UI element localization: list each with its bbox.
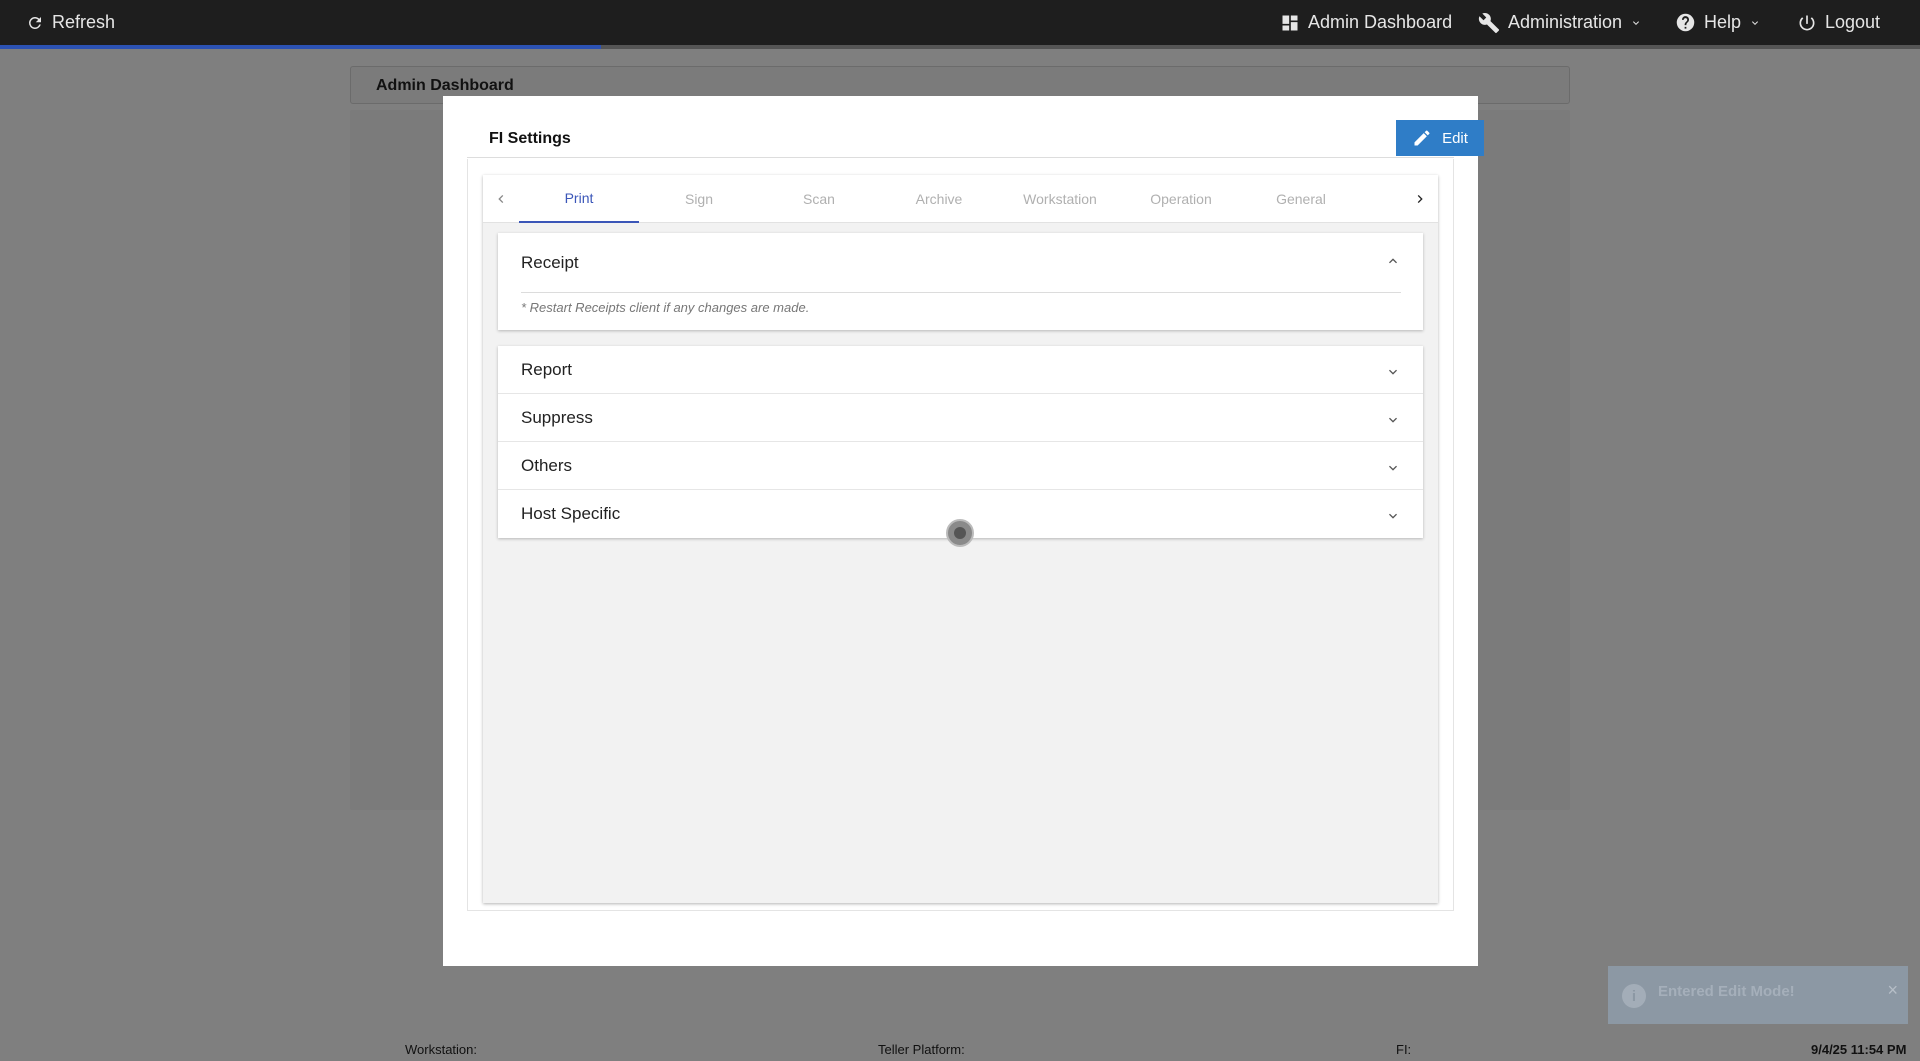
suppress-section-header[interactable]: Suppress: [498, 394, 1423, 442]
modal-header: FI Settings Edit: [467, 120, 1484, 158]
chevron-down-icon: [1633, 20, 1640, 25]
footer-workstation: Workstation:: [405, 1042, 478, 1057]
administration-menu[interactable]: Administration: [1478, 0, 1642, 45]
tab-partial[interactable]: F: [1361, 175, 1402, 223]
receipt-divider: [521, 292, 1401, 293]
logout-label: Logout: [1825, 12, 1881, 32]
top-nav-bar: Refresh Admin Dashboard Administration H…: [0, 0, 1920, 49]
power-icon: [1799, 15, 1815, 30]
toast-close-button[interactable]: ×: [1887, 980, 1898, 1001]
edit-button[interactable]: Edit: [1396, 120, 1484, 156]
tab-scan[interactable]: Scan: [759, 175, 879, 223]
refresh-label: Refresh: [52, 12, 116, 32]
chevron-down-icon: [1389, 513, 1397, 519]
host-specific-title: Host Specific: [521, 504, 621, 523]
chevron-down-icon: [1389, 369, 1397, 375]
report-section-header[interactable]: Report: [498, 346, 1423, 394]
tab-operation[interactable]: Operation: [1121, 175, 1241, 223]
status-footer: Workstation: Teller Platform: FI: 9/4/25…: [0, 1037, 1920, 1061]
receipt-section-header[interactable]: Receipt: [498, 233, 1423, 292]
tab-archive[interactable]: Archive: [879, 175, 999, 223]
tab-general[interactable]: General: [1241, 175, 1361, 223]
footer-datetime: 9/4/25 11:54 PM: [1811, 1042, 1907, 1057]
chevron-up-icon: [1389, 258, 1397, 264]
receipt-section: Receipt * Restart Receipts client if any…: [498, 233, 1423, 330]
tab-scroll-right-button[interactable]: [1402, 175, 1438, 223]
edit-mode-toast: i Entered Edit Mode! ×: [1608, 966, 1908, 1024]
wrench-icon: [1478, 12, 1500, 33]
administration-label: Administration: [1508, 12, 1623, 32]
chevron-down-icon: [1389, 417, 1397, 423]
tab-sign[interactable]: Sign: [639, 175, 759, 223]
mouse-cursor-indicator: [946, 519, 974, 547]
footer-teller-platform: Teller Platform:: [878, 1042, 965, 1057]
footer-fi: FI:: [1396, 1042, 1412, 1057]
page-load-progress-bar: [0, 45, 1920, 49]
admin-dashboard-link[interactable]: Admin Dashboard: [1280, 0, 1452, 45]
chevron-right-icon: [1417, 195, 1423, 203]
progress-fill: [0, 45, 601, 49]
edit-label: Edit: [1442, 129, 1468, 147]
info-icon: i: [1622, 984, 1646, 1008]
others-section-header[interactable]: Others: [498, 442, 1423, 490]
chevron-down-icon: [1752, 20, 1759, 25]
receipt-restart-note: * Restart Receipts client if any changes…: [521, 300, 810, 315]
modal-title: FI Settings: [489, 130, 571, 147]
others-title: Others: [521, 456, 573, 475]
dashboard-icon: [1282, 15, 1298, 30]
tab-workstation[interactable]: Workstation: [1000, 175, 1120, 223]
chevron-left-icon: [498, 195, 504, 203]
help-icon: [1676, 13, 1695, 32]
refresh-button[interactable]: Refresh: [26, 0, 115, 45]
collapsed-sections-group: Report Suppress Others Host Specific: [498, 346, 1423, 538]
tab-scroll-left-button[interactable]: [483, 175, 519, 223]
logout-button[interactable]: Logout: [1797, 0, 1880, 45]
help-label: Help: [1704, 12, 1742, 32]
background-page-title: Admin Dashboard: [376, 77, 514, 94]
report-title: Report: [521, 360, 573, 379]
toast-message: Entered Edit Mode!: [1658, 983, 1795, 1000]
admin-dashboard-label: Admin Dashboard: [1308, 12, 1453, 32]
receipt-title: Receipt: [521, 253, 579, 272]
refresh-icon: [29, 16, 41, 29]
help-menu[interactable]: Help: [1675, 0, 1761, 45]
chevron-down-icon: [1389, 465, 1397, 471]
tab-print[interactable]: Print: [519, 175, 639, 223]
settings-tab-bar: Print Sign Scan Archive Workstation Oper…: [483, 175, 1438, 223]
suppress-title: Suppress: [521, 408, 593, 427]
pencil-icon: [1414, 130, 1430, 146]
tab-strip: Print Sign Scan Archive Workstation Oper…: [519, 175, 1402, 223]
